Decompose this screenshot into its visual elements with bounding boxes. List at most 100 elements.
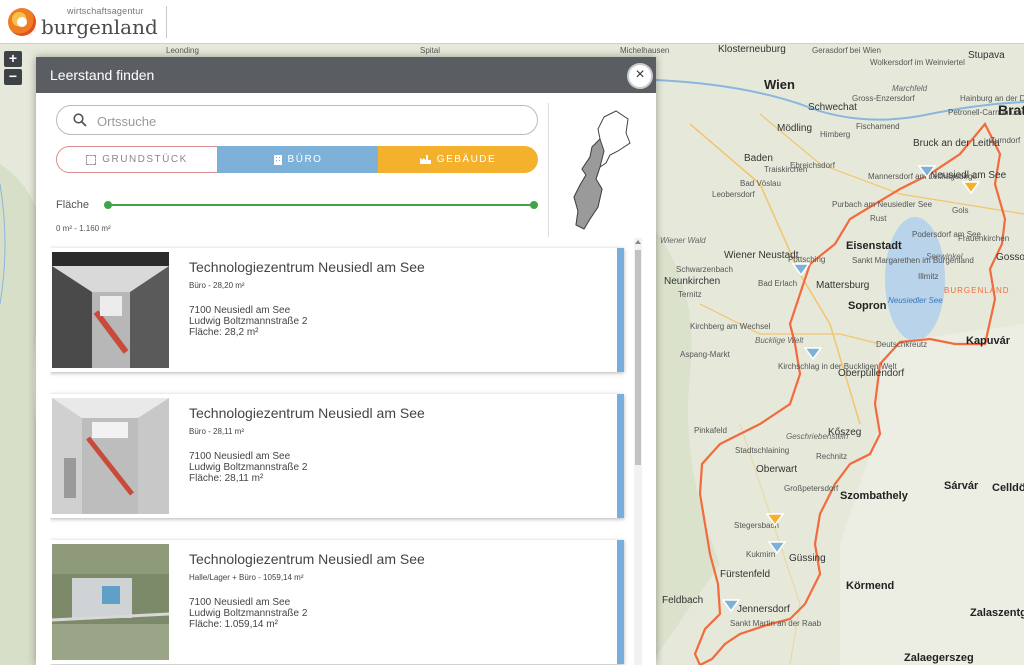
building-marker-icon[interactable] [766,512,784,526]
search-input[interactable] [97,112,517,130]
location-search[interactable] [56,105,538,135]
map-label: Purbach am Neusiedler See [832,200,933,209]
type-office-button[interactable]: BÜRO [218,146,378,173]
map-label: Neunkirchen [664,276,721,287]
scrollbar-thumb[interactable] [635,250,641,465]
office-marker-icon[interactable] [768,540,786,554]
listing-city: 7100 Neusiedl am See [189,597,291,608]
sun-logo-icon [8,8,36,36]
vacancy-search-panel: Leerstand finden × GRUNDSTÜCK BÜRO GEBÄU… [36,57,656,665]
listing-type-size: Halle/Lager + Büro - 1059,14 m² [189,573,304,582]
type-building-button[interactable]: GEBÄUDE [378,146,538,173]
area-label: Fläche [56,199,90,211]
property-type-filter: GRUNDSTÜCK BÜRO GEBÄUDE [56,146,538,173]
listing-card[interactable]: Technologiezentrum Neusiedl am See Halle… [50,540,624,664]
map-label: Wien [764,77,795,92]
map-label: Ternitz [678,290,702,299]
map-label: Fürstenfeld [720,569,771,580]
map-label: Szombathely [840,490,908,502]
header-bar: wirtschaftsagentur burgenland [0,0,1024,44]
listing-type-size: Büro - 28,20 m² [189,281,245,290]
zoom-controls: + − [4,51,22,85]
burgenland-minimap[interactable] [556,107,636,232]
map-label: Deutschkreutz [876,340,928,349]
building-marker-icon[interactable] [962,180,980,194]
type-label: BÜRO [287,154,323,165]
map-label: Feldbach [662,595,704,606]
map-label: Marchfeld [892,84,928,93]
area-max-handle[interactable] [530,201,538,209]
listing-photo [52,252,169,368]
listing-area: Fläche: 28,11 m² [189,473,264,484]
factory-icon [419,155,431,164]
map-label: BURGENLAND [944,286,1010,295]
map-label: Frauenkirchen [958,234,1010,243]
listing-address: 7100 Neusiedl am See Ludwig Boltzmannstr… [189,597,307,630]
listing-scrollbar[interactable] [634,238,642,665]
map-label: Celldöm [992,482,1024,494]
map-label: Zalaegerszeg [904,652,974,664]
panel-title: Leerstand finden [50,67,155,83]
map-label: Jennersdorf [737,604,790,615]
map-label: Gerasdorf bei Wien [812,46,881,55]
listing-card[interactable]: Technologiezentrum Neusiedl am See Büro … [50,248,624,372]
map-label: Wiener Wald [660,236,706,245]
building-icon [273,154,282,165]
header-divider [166,6,167,38]
listing-address: 7100 Neusiedl am See Ludwig Boltzmannstr… [189,305,307,338]
type-label: GEBÄUDE [436,154,497,165]
listing-title: Technologiezentrum Neusiedl am See [189,551,425,567]
zoom-out-button[interactable]: − [4,69,22,85]
map-label: Leobersdorf [712,190,755,199]
map-label: Rechnitz [816,452,848,461]
map-label: Traiskirchen [764,165,808,174]
map-label: Hainburg an der Donau [960,94,1024,103]
map-label: Bruck an der Leitha [913,138,1000,149]
map-label: Aspang-Markt [680,350,730,359]
listing-title: Technologiezentrum Neusiedl am See [189,259,425,275]
office-marker-icon[interactable] [722,598,740,612]
listing-area: Fläche: 1.059,14 m² [189,619,278,630]
listing-street: Ludwig Boltzmannstraße 2 [189,316,308,327]
brand-logo[interactable]: wirtschaftsagentur burgenland [8,4,158,40]
map-label: Mattersburg [816,280,870,291]
map-label: Gols [952,206,969,215]
map-label: Sankt Martin an der Raab [730,619,822,628]
map-label: Stadtschlaining [735,446,790,455]
map-label: Seewinkel [926,252,963,261]
office-marker-icon[interactable] [792,262,810,276]
area-min-handle[interactable] [104,201,112,209]
map-label: Schwechat [808,102,857,113]
brand-name: burgenland [41,15,158,39]
panel-header: Leerstand finden [36,57,656,93]
map-label: Sopron [848,300,887,312]
listing-photo [52,544,169,660]
map-label: Petronell-Carnuntum [948,108,1022,117]
map-label: Spital [420,46,441,55]
map-label: Sárvár [944,480,979,492]
listing-street: Ludwig Boltzmannstraße 2 [189,462,308,473]
area-range-slider[interactable] [104,201,538,209]
office-marker-icon[interactable] [918,164,936,178]
type-color-stripe [617,394,624,518]
map-label: Himberg [820,130,851,139]
type-color-stripe [617,248,624,372]
map-label: Kirchschlag in der Buckligen Welt [778,362,897,371]
map-label: Kirchberg am Wechsel [690,322,771,331]
area-range-value: 0 m² - 1.160 m² [56,224,111,233]
map-label: Neusiedler See [888,296,943,305]
listing-type-size: Büro - 28,11 m² [189,427,244,436]
listing-card[interactable]: Technologiezentrum Neusiedl am See Büro … [50,394,624,518]
map-label: Eisenstadt [846,240,902,252]
map-label: Mödling [777,123,813,134]
office-marker-icon[interactable] [804,346,822,360]
map-label: Leonding [166,46,199,55]
scroll-up-icon[interactable] [634,238,642,246]
listing-list[interactable]: Technologiezentrum Neusiedl am See Büro … [50,242,636,665]
map-label: Fischamend [856,122,900,131]
map-label: Oberwart [756,464,798,475]
map-label: Gross-Enzersdorf [852,94,915,103]
type-plot-button[interactable]: GRUNDSTÜCK [56,146,218,173]
zoom-in-button[interactable]: + [4,51,22,67]
close-button[interactable]: × [627,63,653,89]
